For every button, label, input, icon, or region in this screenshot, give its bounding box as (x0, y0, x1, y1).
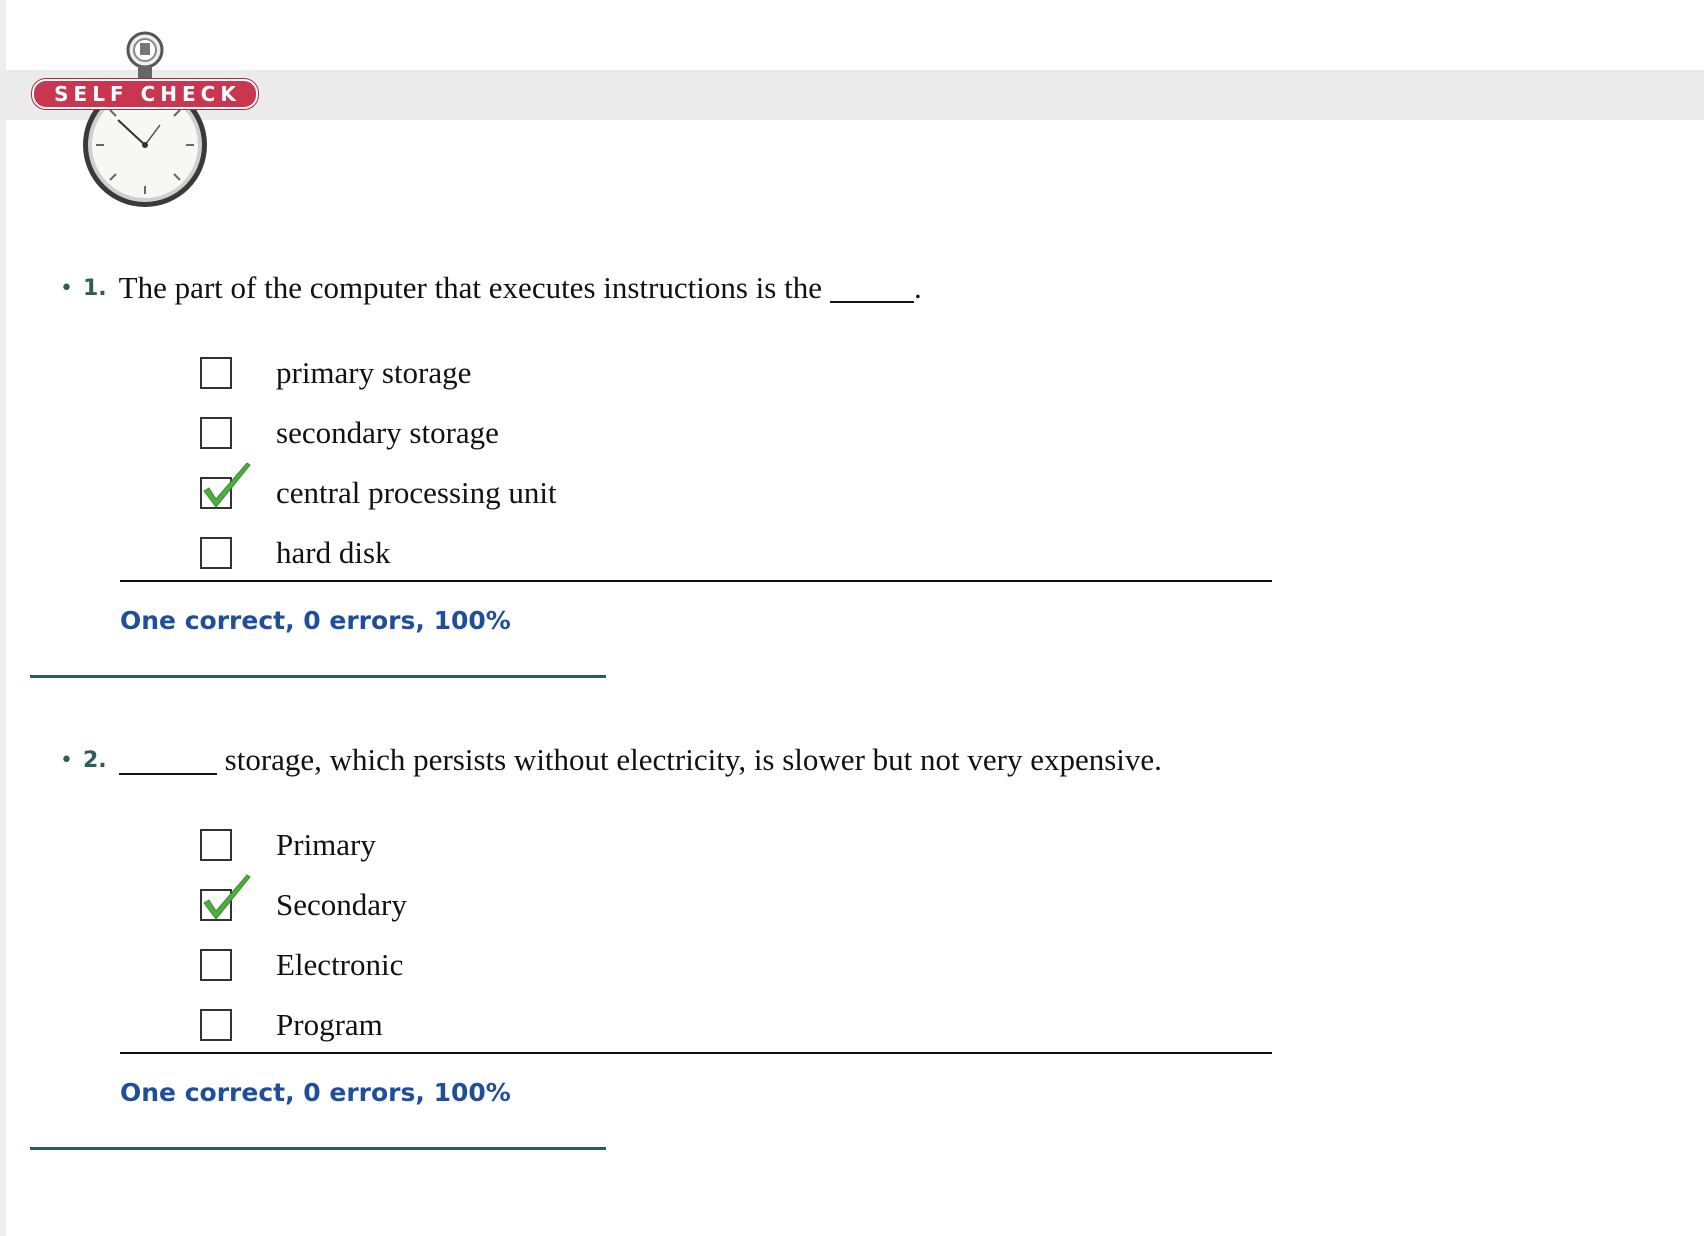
option-label: central processing unit (276, 475, 557, 510)
question-text-before: The part of the computer that executes i… (118, 270, 822, 305)
question-text-after: . (913, 270, 922, 305)
bullet: • (60, 275, 73, 301)
option-row[interactable]: hard disk (200, 528, 391, 578)
option-checkbox[interactable] (200, 829, 232, 861)
option-label: Electronic (276, 947, 404, 982)
option-checkbox[interactable] (200, 949, 232, 981)
option-checkbox-checked[interactable] (200, 874, 251, 921)
self-check-label: SELF CHECK (54, 82, 241, 106)
option-checkbox[interactable] (200, 1009, 232, 1041)
score-summary: One correct, 0 errors, 100% (120, 606, 511, 635)
answer-divider (120, 1052, 1272, 1054)
option-label: secondary storage (276, 415, 499, 450)
stopwatch-icon (83, 31, 207, 207)
answer-blank (118, 745, 217, 775)
left-edge (0, 0, 6, 1236)
option-checkbox-checked[interactable] (200, 462, 251, 509)
green-checkmark-icon (203, 462, 251, 508)
question-text-after: storage, which persists without electric… (224, 742, 1162, 777)
section-divider (30, 1147, 606, 1150)
self-check-label-pill: SELF CHECK (32, 79, 258, 109)
option-row[interactable]: Program (200, 1000, 383, 1050)
option-label: Secondary (276, 887, 407, 922)
option-checkbox[interactable] (200, 537, 232, 569)
option-row[interactable]: secondary storage (200, 408, 499, 458)
self-check-badge: SELF CHECK (30, 30, 270, 210)
question-number: 2. (82, 747, 107, 773)
option-checkbox[interactable] (200, 357, 232, 389)
option-row[interactable]: Secondary (200, 874, 407, 930)
question-number: 1. (82, 275, 107, 301)
option-row[interactable]: primary storage (200, 348, 471, 398)
question-1-prompt: • 1. The part of the computer that execu… (60, 268, 922, 308)
bullet: • (60, 747, 73, 773)
green-checkmark-icon (203, 874, 251, 920)
option-label: hard disk (276, 535, 391, 570)
section-divider (30, 675, 606, 678)
answer-blank (829, 273, 914, 303)
score-summary: One correct, 0 errors, 100% (120, 1078, 511, 1107)
option-label: primary storage (276, 355, 472, 390)
option-row[interactable]: Primary (200, 820, 376, 870)
option-label: Program (276, 1007, 383, 1042)
answer-divider (120, 580, 1272, 582)
option-row[interactable]: central processing unit (200, 462, 557, 518)
option-label: Primary (276, 827, 376, 862)
option-checkbox[interactable] (200, 417, 232, 449)
question-2-prompt: • 2. storage, which persists without ele… (60, 740, 1162, 780)
option-row[interactable]: Electronic (200, 940, 403, 990)
